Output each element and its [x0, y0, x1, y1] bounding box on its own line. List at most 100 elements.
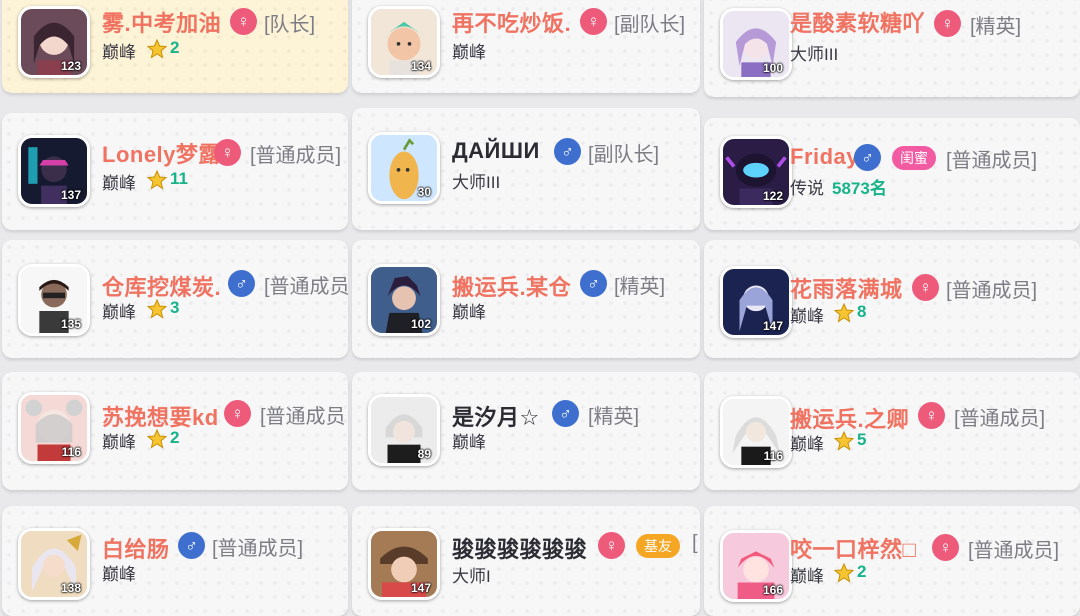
member-card[interactable]: 137 Lonely梦露 ♀ [普通成员] 巅峰 11 [2, 113, 348, 230]
level-badge: 123 [60, 59, 81, 73]
member-card[interactable]: 102 搬运兵.某仓 ♂ [精英] 巅峰 [352, 240, 700, 358]
member-rank: 大师III [790, 45, 839, 64]
female-icon: ♀ [580, 8, 607, 35]
member-role: [精英] [614, 276, 666, 298]
level-badge: 135 [60, 317, 81, 331]
avatar[interactable]: 116 [720, 396, 792, 468]
member-card[interactable]: 100 是酸素软糖吖 ♀ [精英] 大师III [704, 0, 1080, 97]
star-icon [147, 170, 167, 190]
avatar[interactable]: 138 [18, 528, 90, 600]
level-badge: 147 [410, 581, 431, 595]
member-card[interactable]: 147 骏骏骏骏骏骏 ♀ 基友 [ 大师I [352, 506, 700, 616]
level-badge: 134 [410, 59, 431, 73]
male-icon: ♂ [580, 270, 607, 297]
member-card[interactable]: 122 Friday ♂ 闺蜜 [普通成员] 传说 5873名 [704, 118, 1080, 230]
level-badge: 166 [762, 583, 783, 597]
avatar[interactable]: 89 [368, 394, 440, 466]
avatar[interactable]: 100 [720, 8, 792, 80]
star-count: 2 [857, 562, 867, 581]
relationship-tag: 闺蜜 [892, 146, 936, 170]
member-rank: 巅峰 [102, 433, 136, 452]
avatar[interactable]: 135 [18, 264, 90, 336]
member-card[interactable]: 116 搬运兵.之卿 ♀ [普通成员] 巅峰 5 [704, 372, 1080, 490]
male-icon: ♂ [552, 400, 579, 427]
member-card[interactable]: 135 仓库挖煤炭. ♂ [普通成员 巅峰 3 [2, 240, 348, 358]
relationship-tag: 基友 [636, 534, 680, 558]
avatar[interactable]: 116 [18, 392, 90, 464]
member-role: [精英] [588, 406, 640, 428]
avatar[interactable]: 30 [368, 132, 440, 204]
female-icon: ♀ [934, 10, 961, 37]
star-icon [147, 39, 167, 59]
member-card[interactable]: 89 是汐月☆ ♂ [精英] 巅峰 [352, 372, 700, 490]
member-rank: 巅峰 [790, 567, 824, 586]
member-card[interactable]: 134 再不吃炒饭. ♀ [副队长] 巅峰 [352, 0, 700, 93]
avatar[interactable]: 147 [368, 528, 440, 600]
member-rank: 巅峰 [790, 307, 824, 326]
avatar[interactable]: 102 [368, 264, 440, 336]
male-icon: ♂ [554, 138, 581, 165]
avatar[interactable]: 166 [720, 530, 792, 602]
member-name: Lonely梦露 [102, 142, 221, 167]
member-role: [队长] [264, 14, 316, 36]
female-icon: ♀ [598, 532, 625, 559]
female-icon: ♀ [224, 400, 251, 427]
member-role: [普通成员] [946, 280, 1038, 302]
female-icon: ♀ [214, 139, 241, 166]
avatar[interactable]: 122 [720, 136, 792, 208]
member-card[interactable]: 30 ДАЙШИ ♂ [副队长] 大师III [352, 108, 700, 230]
member-rank: 大师III [452, 173, 501, 192]
star-count: 5 [857, 430, 867, 449]
member-card[interactable]: 138 白给肠 ♂ [普通成员] 巅峰 [2, 506, 348, 616]
avatar[interactable]: 147 [720, 266, 792, 338]
star-icon [834, 303, 854, 323]
avatar[interactable]: 137 [18, 135, 90, 207]
member-card[interactable]: 166 咬一口梓然□ ♀ [普通成员] 巅峰 2 [704, 506, 1080, 616]
member-rank: 巅峰 [102, 43, 136, 62]
male-icon: ♂ [178, 532, 205, 559]
member-role: [普通成员] [250, 145, 342, 167]
member-role: [普通成员] [968, 540, 1060, 562]
member-role: [ [692, 532, 698, 554]
level-badge: 102 [410, 317, 431, 331]
level-badge: 137 [60, 188, 81, 202]
member-card[interactable]: 147 花雨落满城 ♀ [普通成员] 巅峰 8 [704, 240, 1080, 358]
member-rank: 巅峰 [102, 565, 136, 584]
member-name: 花雨落满城 [790, 277, 903, 302]
member-role: [普通成员] [946, 150, 1038, 172]
level-badge: 116 [763, 449, 783, 463]
member-card[interactable]: 123 雾.中考加油 ♀ [队长] 巅峰 2 [2, 0, 348, 93]
level-badge: 138 [60, 581, 81, 595]
level-badge: 147 [762, 319, 783, 333]
star-icon [834, 431, 854, 451]
member-role: [副队长] [588, 144, 660, 166]
member-rank: 巅峰 [790, 435, 824, 454]
level-badge: 89 [417, 447, 431, 461]
level-badge: 122 [762, 189, 783, 203]
avatar[interactable]: 134 [368, 6, 440, 78]
star-count: 3 [170, 298, 180, 317]
member-name: 再不吃炒饭. [452, 11, 572, 36]
member-name: 骏骏骏骏骏骏 [452, 537, 588, 562]
member-rank: 巅峰 [452, 303, 486, 322]
star-count: 11 [170, 169, 188, 188]
female-icon: ♀ [912, 274, 939, 301]
avatar[interactable]: 123 [18, 6, 90, 78]
member-role: [精英] [970, 16, 1022, 38]
male-icon: ♂ [228, 270, 255, 297]
member-name: 是酸素软糖吖 [790, 11, 926, 36]
member-role: [普通成员 [264, 276, 348, 298]
female-icon: ♀ [918, 402, 945, 429]
member-role: [普通成员] [954, 408, 1046, 430]
member-card[interactable]: 116 苏挽想要kd ♀ [普通成员 巅峰 2 [2, 372, 348, 490]
member-rank: 巅峰 [102, 303, 136, 322]
level-badge: 30 [417, 185, 431, 199]
level-badge: 116 [61, 445, 81, 459]
member-rank: 大师I [452, 567, 491, 586]
member-role: [普通成员] [212, 538, 304, 560]
member-rank: 巅峰 [452, 43, 486, 62]
member-role: [普通成员 [260, 406, 346, 428]
star-icon [147, 299, 167, 319]
male-icon: ♂ [854, 144, 881, 171]
female-icon: ♀ [932, 534, 959, 561]
